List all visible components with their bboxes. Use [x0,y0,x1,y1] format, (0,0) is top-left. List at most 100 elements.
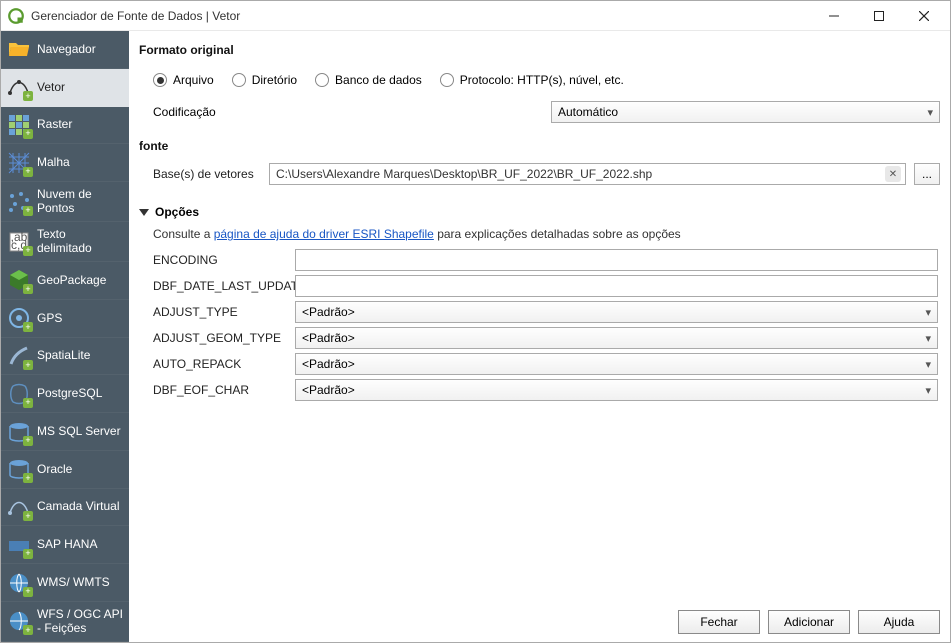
sidebar-item-label: WMS/ WMTS [37,576,110,589]
oracle-icon [7,457,31,481]
option-row-adjust-geom: ADJUST_GEOM_TYPE <Padrão> [153,327,938,349]
raster-icon [7,113,31,137]
window: Gerenciador de Fonte de Dados | Vetor Na… [0,0,951,643]
option-label: AUTO_REPACK [153,357,289,371]
option-select-dbf-eof[interactable]: <Padrão> [295,379,938,401]
virtual-layer-icon [7,495,31,519]
sidebar-item-label: GPS [37,312,62,325]
point-cloud-icon [7,190,31,214]
radio-label: Arquivo [173,73,214,87]
option-input-encoding[interactable] [295,249,938,271]
sidebar: Navegador Vetor Raster Malha Nuvem de Po… [1,31,129,642]
browse-button[interactable]: ... [914,163,940,185]
footer-buttons: Fechar Adicionar Ajuda [139,602,940,634]
sidebar-item-label: PostgreSQL [37,387,102,400]
options-help-text: Consulte a página de ajuda do driver ESR… [153,227,940,241]
browse-label: ... [922,167,932,181]
qgis-logo-icon [7,7,25,25]
sidebar-item-label: SpatiaLite [37,349,90,362]
bases-row: Base(s) de vetores C:\Users\Alexandre Ma… [139,163,940,185]
sidebar-item-label: Malha [37,156,70,169]
delimited-text-icon: ,abc,d [7,230,31,254]
sidebar-item-postgresql[interactable]: PostgreSQL [1,375,129,413]
radio-dot-icon [232,73,246,87]
option-row-dbf-eof: DBF_EOF_CHAR <Padrão> [153,379,938,401]
options-table: ENCODING DBF_DATE_LAST_UPDATE ADJUST_TYP… [153,249,938,401]
sidebar-item-oracle[interactable]: Oracle [1,451,129,489]
option-select-adjust-type[interactable]: <Padrão> [295,301,938,323]
option-row-auto-repack: AUTO_REPACK <Padrão> [153,353,938,375]
sidebar-item-wms-wmts[interactable]: WMS/ WMTS [1,564,129,602]
option-label: DBF_EOF_CHAR [153,383,289,397]
driver-help-link[interactable]: página de ajuda do driver ESRI Shapefile [214,227,434,241]
sidebar-item-camada-virtual[interactable]: Camada Virtual [1,489,129,527]
sidebar-item-nuvem-de-pontos[interactable]: Nuvem de Pontos [1,182,129,222]
radio-diretorio[interactable]: Diretório [232,73,297,87]
sidebar-item-label: Vetor [37,81,65,94]
bases-input[interactable]: C:\Users\Alexandre Marques\Desktop\BR_UF… [269,163,906,185]
radio-protocolo[interactable]: Protocolo: HTTP(s), núvel, etc. [440,73,624,87]
main-panel: Formato original Arquivo Diretório Banco… [129,31,950,642]
body: Navegador Vetor Raster Malha Nuvem de Po… [1,31,950,642]
options-header[interactable]: Opções [139,205,940,219]
sidebar-item-geopackage[interactable]: GeoPackage [1,262,129,300]
sidebar-item-label: WFS / OGC API - Feições [37,608,123,634]
wms-icon [7,571,31,595]
maximize-button[interactable] [856,1,901,30]
vector-icon [7,75,31,99]
radio-arquivo[interactable]: Arquivo [153,73,214,87]
option-label: ADJUST_TYPE [153,305,289,319]
sidebar-item-label: Raster [37,118,72,131]
sidebar-item-gps[interactable]: GPS [1,300,129,338]
sidebar-item-label: Nuvem de Pontos [37,188,123,214]
encoding-select[interactable]: Automático [551,101,940,123]
sidebar-item-texto-delimitado[interactable]: ,abc,d Texto delimitado [1,222,129,262]
sidebar-item-raster[interactable]: Raster [1,107,129,145]
sidebar-item-navegador[interactable]: Navegador [1,31,129,69]
bases-label: Base(s) de vetores [153,167,261,181]
sidebar-item-malha[interactable]: Malha [1,144,129,182]
clear-icon[interactable]: ✕ [885,166,901,182]
close-button[interactable] [901,1,946,30]
format-group-title: Formato original [139,43,940,57]
minimize-button[interactable] [811,1,856,30]
window-controls [811,1,946,30]
radio-dot-icon [153,73,167,87]
sidebar-item-vetor[interactable]: Vetor [1,69,129,107]
mssql-icon [7,420,31,444]
spatialite-icon [7,344,31,368]
source-type-radios: Arquivo Diretório Banco de dados Protoco… [139,67,940,101]
window-title: Gerenciador de Fonte de Dados | Vetor [31,9,811,23]
option-select-adjust-geom[interactable]: <Padrão> [295,327,938,349]
sidebar-item-label: Oracle [37,463,72,476]
sidebar-item-label: Camada Virtual [37,500,120,513]
radio-dot-icon [315,73,329,87]
help-button[interactable]: Ajuda [858,610,940,634]
option-label: DBF_DATE_LAST_UPDATE [153,279,289,293]
close-dialog-button[interactable]: Fechar [678,610,760,634]
disclosure-down-icon [139,209,149,216]
source-group-title: fonte [139,139,940,153]
gps-icon [7,306,31,330]
option-label: ENCODING [153,253,289,267]
option-select-auto-repack[interactable]: <Padrão> [295,353,938,375]
sidebar-item-mssql[interactable]: MS SQL Server [1,413,129,451]
sidebar-item-sap-hana[interactable]: SAP HANA [1,526,129,564]
encoding-row: Codificação Automático [139,101,940,123]
radio-label: Diretório [252,73,297,87]
mesh-icon [7,151,31,175]
option-row-dbf-date: DBF_DATE_LAST_UPDATE [153,275,938,297]
sidebar-item-wfs[interactable]: WFS / OGC API - Feições [1,602,129,642]
sidebar-item-label: SAP HANA [37,538,97,551]
sidebar-item-label: Navegador [37,43,96,56]
encoding-label: Codificação [153,105,543,119]
sidebar-item-label: GeoPackage [37,274,106,287]
radio-label: Protocolo: HTTP(s), núvel, etc. [460,73,624,87]
option-label: ADJUST_GEOM_TYPE [153,331,289,345]
postgresql-icon [7,382,31,406]
sidebar-item-spatialite[interactable]: SpatiaLite [1,338,129,376]
titlebar: Gerenciador de Fonte de Dados | Vetor [1,1,950,31]
add-button[interactable]: Adicionar [768,610,850,634]
radio-banco-de-dados[interactable]: Banco de dados [315,73,422,87]
option-input-dbf-date[interactable] [295,275,938,297]
